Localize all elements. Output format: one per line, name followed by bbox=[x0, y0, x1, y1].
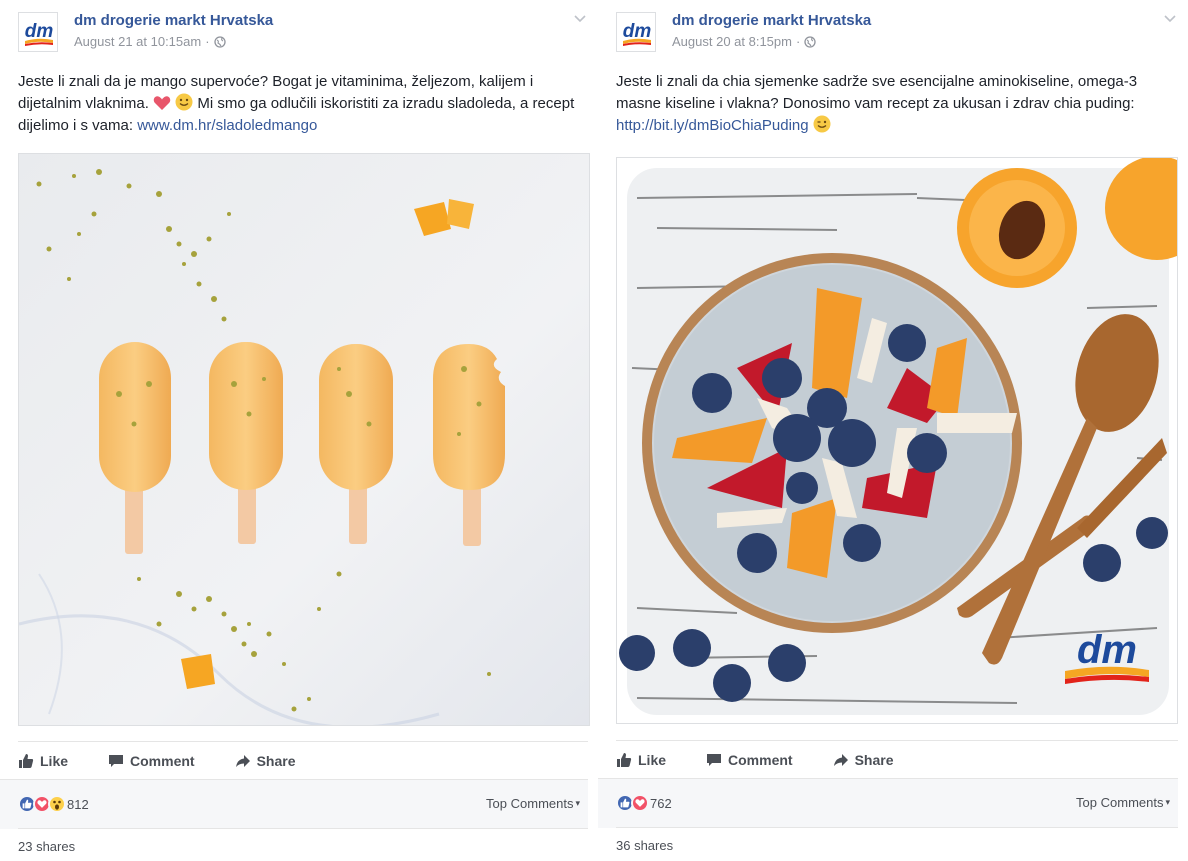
page-name-link[interactable]: dm drogerie markt Hrvatska bbox=[74, 12, 273, 29]
top-comments-dropdown[interactable]: Top Comments ▾ bbox=[1076, 795, 1170, 810]
dm-logo-icon: dm bbox=[623, 21, 651, 46]
reaction-count[interactable]: 762 bbox=[650, 796, 672, 811]
reactions-bar: 812 Top Comments ▾ bbox=[0, 779, 588, 829]
share-arrow-icon bbox=[235, 754, 250, 767]
thumbs-up-icon bbox=[19, 753, 34, 768]
post-timestamp: August 20 at 8:15pm · bbox=[672, 34, 816, 49]
reaction-summary[interactable]: 762 bbox=[616, 794, 672, 812]
post-actions-bar: Like Comment Share bbox=[18, 741, 588, 779]
dm-logo-icon: dm bbox=[25, 21, 53, 46]
chevron-down-icon[interactable] bbox=[572, 10, 588, 26]
comment-button[interactable]: Comment bbox=[706, 752, 793, 768]
post-text: Jeste li znali da chia sjemenke sadrže s… bbox=[616, 71, 1176, 137]
post-timestamp: August 21 at 10:15am · bbox=[74, 34, 226, 49]
shares-count[interactable]: 36 shares bbox=[616, 838, 673, 853]
shares-count[interactable]: 23 shares bbox=[18, 839, 75, 854]
recipe-link[interactable]: http://bit.ly/dmBioChiaPuding bbox=[616, 117, 809, 134]
post-photo-chia-pudding[interactable]: dm bbox=[616, 157, 1178, 724]
thumbs-up-icon bbox=[617, 752, 632, 767]
reaction-count[interactable]: 812 bbox=[67, 797, 89, 812]
svg-text:dm: dm bbox=[1077, 628, 1137, 672]
timestamp-text[interactable]: August 20 at 8:15pm bbox=[672, 34, 792, 49]
reaction-summary[interactable]: 812 bbox=[18, 795, 89, 813]
comment-icon bbox=[109, 754, 124, 767]
post-card-chia: dm dm drogerie markt Hrvatska August 20 … bbox=[598, 0, 1188, 861]
like-button[interactable]: Like bbox=[616, 752, 666, 768]
caret-down-icon: ▾ bbox=[575, 798, 580, 808]
share-button[interactable]: Share bbox=[235, 753, 296, 769]
divider bbox=[616, 827, 1178, 828]
timestamp-text[interactable]: August 21 at 10:15am bbox=[74, 34, 201, 49]
page-avatar[interactable]: dm bbox=[616, 12, 656, 52]
top-comments-dropdown[interactable]: Top Comments ▾ bbox=[486, 796, 580, 811]
globe-icon bbox=[804, 35, 816, 48]
like-button[interactable]: Like bbox=[18, 753, 68, 769]
wink-emoji-icon bbox=[813, 115, 831, 133]
page-name-link[interactable]: dm drogerie markt Hrvatska bbox=[672, 12, 871, 29]
comment-icon bbox=[707, 753, 722, 766]
heart-emoji-icon bbox=[153, 96, 171, 110]
share-arrow-icon bbox=[833, 753, 848, 766]
divider bbox=[18, 828, 588, 829]
post-text-main: Jeste li znali da chia sjemenke sadrže s… bbox=[616, 73, 1138, 112]
caret-down-icon: ▾ bbox=[1165, 797, 1170, 807]
love-icon bbox=[631, 794, 649, 812]
comment-button[interactable]: Comment bbox=[108, 753, 195, 769]
post-card-mango: dm dm drogerie markt Hrvatska August 21 … bbox=[0, 0, 598, 861]
globe-icon bbox=[213, 35, 226, 48]
chevron-down-icon[interactable] bbox=[1162, 10, 1178, 26]
recipe-link[interactable]: www.dm.hr/sladoledmango bbox=[137, 117, 317, 134]
page-avatar[interactable]: dm bbox=[18, 12, 58, 52]
post-header: dm dm drogerie markt Hrvatska August 21 … bbox=[18, 10, 588, 54]
post-text: Jeste li znali da je mango supervoće? Bo… bbox=[18, 71, 586, 137]
wow-icon bbox=[48, 795, 66, 813]
smile-emoji-icon bbox=[175, 93, 193, 111]
reactions-bar: 762 Top Comments ▾ bbox=[598, 778, 1178, 828]
post-photo-mango-popsicles[interactable] bbox=[18, 153, 590, 726]
post-actions-bar: Like Comment Share bbox=[616, 740, 1178, 778]
share-button[interactable]: Share bbox=[833, 752, 894, 768]
post-header: dm dm drogerie markt Hrvatska August 20 … bbox=[616, 10, 1178, 54]
